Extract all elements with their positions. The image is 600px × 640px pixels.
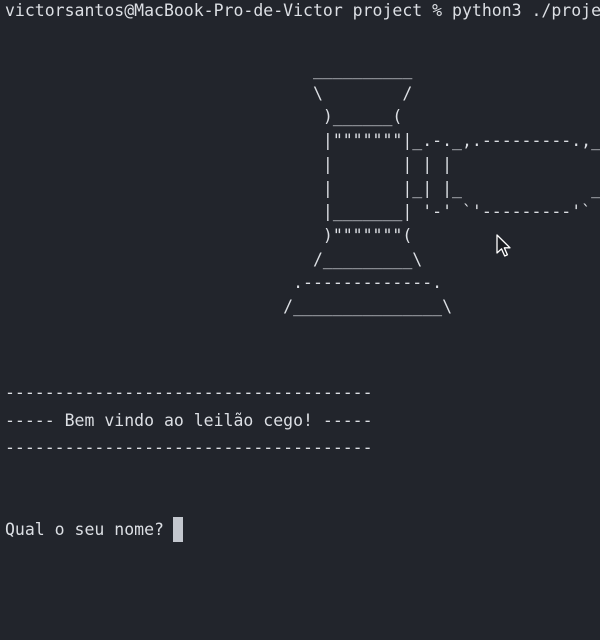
text-cursor[interactable] <box>173 517 183 542</box>
welcome-banner: ----- Bem vindo ao leilão cego! ----- <box>5 411 373 430</box>
mouse-pointer-icon <box>496 234 511 257</box>
shell-prompt-line: victorsantos@MacBook-Pro-de-Victor proje… <box>5 1 600 20</box>
separator-top: ------------------------------------- <box>5 383 373 402</box>
gavel-ascii-art: __________ \ / )______( |"""""""|_.-._,.… <box>283 60 600 317</box>
separator-bottom: ------------------------------------- <box>5 438 373 457</box>
terminal-window[interactable]: victorsantos@MacBook-Pro-de-Victor proje… <box>0 0 600 640</box>
name-input-prompt: Qual o seu nome? <box>5 520 174 539</box>
